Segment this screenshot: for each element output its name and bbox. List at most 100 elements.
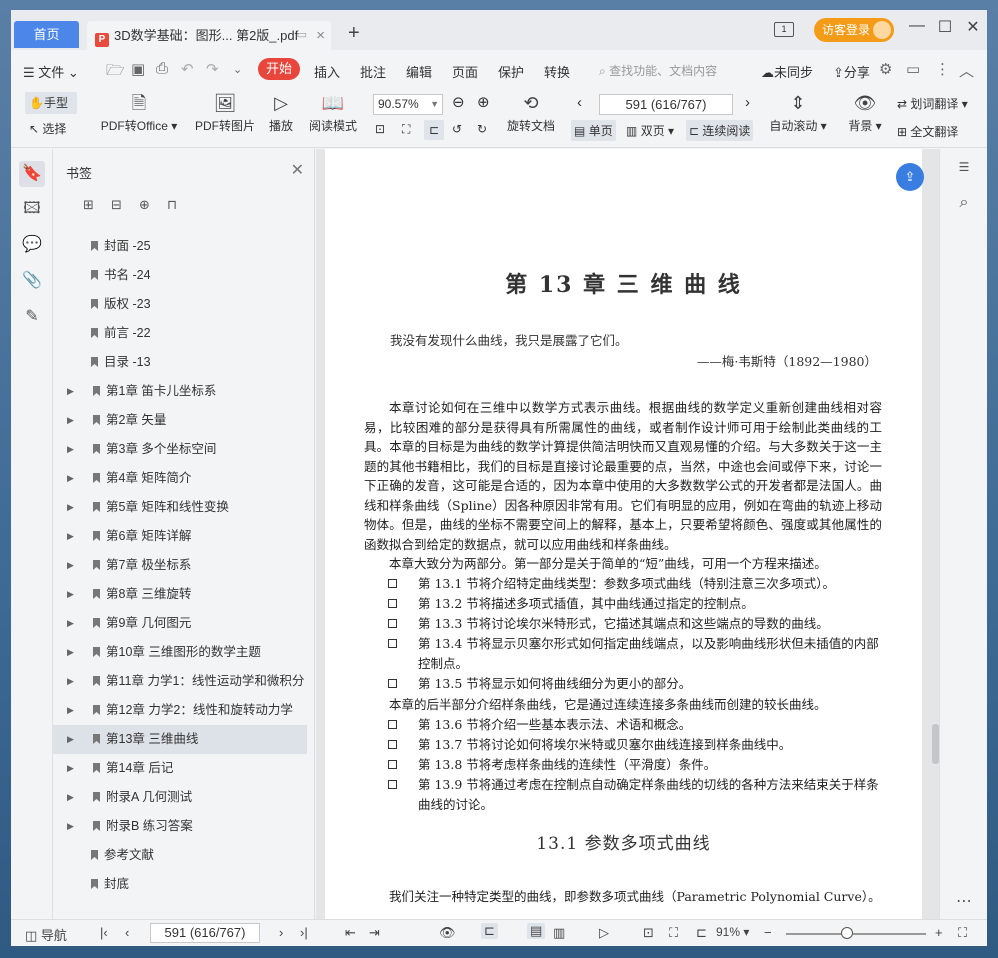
file-menu[interactable]: ☰ 文件 ⌄ bbox=[23, 62, 79, 81]
zoom-out-icon[interactable]: ⊖ bbox=[452, 93, 465, 111]
guest-login-button[interactable]: 访客登录 bbox=[814, 18, 894, 42]
double-page-status-icon[interactable]: ▥ bbox=[553, 925, 565, 941]
monitor-icon[interactable]: ▭ bbox=[297, 21, 307, 50]
expand-arrow-icon[interactable]: ▶ bbox=[67, 377, 74, 406]
rotate-left-icon[interactable]: ↺ bbox=[452, 122, 462, 136]
document-viewport[interactable]: 第 13 章 三 维 曲 线 我没有发现什么曲线，我只是展露了它们。 ——梅·韦… bbox=[316, 149, 987, 919]
fit-width-icon[interactable]: ⊏ bbox=[424, 120, 444, 140]
bookmark-item[interactable]: ▶ 第10章 三维图形的数学主题 bbox=[53, 638, 315, 667]
actual-size-status-icon[interactable]: ⊡ bbox=[643, 925, 654, 941]
bookmark-item[interactable]: ▶ 第4章 矩阵简介 bbox=[53, 464, 315, 493]
bookmark-icon[interactable]: ⊓ bbox=[167, 197, 177, 213]
fullscreen-icon[interactable]: ⛶ bbox=[958, 925, 967, 941]
floating-tool-button[interactable]: ⇪ bbox=[896, 163, 924, 191]
zoom-slider[interactable] bbox=[786, 933, 926, 935]
tab-annotate[interactable]: 批注 bbox=[360, 62, 386, 81]
expand-all-icon[interactable]: ⊞ bbox=[83, 197, 94, 213]
navigation-toggle[interactable]: ◫ 导航 bbox=[25, 925, 67, 944]
bookmark-item[interactable]: ▶ 附录B 练习答案 bbox=[53, 812, 315, 841]
previous-page-status-icon[interactable]: ‹ bbox=[125, 925, 129, 940]
expand-arrow-icon[interactable]: ▶ bbox=[67, 522, 74, 551]
bookmark-item[interactable]: 封面 -25 bbox=[53, 232, 315, 261]
expand-arrow-icon[interactable]: ▶ bbox=[67, 406, 74, 435]
expand-arrow-icon[interactable]: ▶ bbox=[67, 812, 74, 841]
zoom-slider-handle[interactable] bbox=[841, 927, 853, 939]
search-input[interactable]: ⌕ 查找功能、文档内容 bbox=[599, 62, 717, 79]
tab-document[interactable]: P 3D数学基础：图形... 第2版_.pdf ▭ × bbox=[87, 21, 331, 50]
bookmark-item[interactable]: ▶ 第7章 极坐标系 bbox=[53, 551, 315, 580]
read-mode-button[interactable]: 📖 阅读模式 bbox=[307, 92, 359, 134]
bookmark-item[interactable]: 前言 -22 bbox=[53, 319, 315, 348]
settings-gear-icon[interactable]: ⚙ bbox=[879, 60, 892, 78]
pdf-to-office-button[interactable]: 🗎 PDF转Office ▾ bbox=[99, 92, 179, 134]
bookmark-item[interactable]: ▶ 第5章 矩阵和线性变换 bbox=[53, 493, 315, 522]
bookmark-panel-icon[interactable]: 🔖 bbox=[19, 161, 45, 187]
bookmark-item[interactable]: ▶ 第9章 几何图元 bbox=[53, 609, 315, 638]
undo-icon[interactable]: ↶ bbox=[181, 60, 194, 78]
expand-arrow-icon[interactable]: ▶ bbox=[67, 580, 74, 609]
share-button[interactable]: ⇪分享 bbox=[833, 62, 870, 81]
maximize-button[interactable]: ☐ bbox=[931, 17, 959, 37]
bookmark-item[interactable]: ▶ 第8章 三维旋转 bbox=[53, 580, 315, 609]
back-icon[interactable]: ⇤ bbox=[345, 925, 356, 941]
scrollbar-thumb[interactable] bbox=[932, 724, 939, 764]
bookmark-item[interactable]: ▶ 第12章 力学2：线性和旋转动力学 bbox=[53, 696, 315, 725]
close-window-button[interactable]: ✕ bbox=[959, 17, 987, 37]
expand-arrow-icon[interactable]: ▶ bbox=[67, 696, 74, 725]
tab-convert[interactable]: 转换 bbox=[544, 62, 570, 81]
save-icon[interactable]: ▣ bbox=[131, 60, 145, 78]
add-bookmark-icon[interactable]: ⊕ bbox=[139, 197, 150, 213]
reading-layout-icon[interactable]: 1 bbox=[774, 22, 794, 37]
first-page-icon[interactable]: |‹ bbox=[100, 925, 108, 940]
bookmark-item[interactable]: ▶ 附录A 几何测试 bbox=[53, 783, 315, 812]
double-page-button[interactable]: ▥ 双页 ▾ bbox=[626, 122, 674, 139]
message-icon[interactable]: ▭ bbox=[906, 60, 920, 78]
continuous-read-button[interactable]: ⊏ 连续阅读 bbox=[686, 120, 754, 141]
expand-arrow-icon[interactable]: ▶ bbox=[67, 493, 74, 522]
fit-width-status-icon[interactable]: ⊏ bbox=[696, 925, 707, 941]
expand-arrow-icon[interactable]: ▶ bbox=[67, 754, 74, 783]
bookmark-item[interactable]: ▶ 第14章 后记 bbox=[53, 754, 315, 783]
expand-arrow-icon[interactable]: ▶ bbox=[67, 638, 74, 667]
word-translate-button[interactable]: ⇄ 划词翻译 ▾ bbox=[897, 95, 968, 112]
comment-icon[interactable]: 💬 bbox=[19, 232, 45, 258]
vertical-scrollbar[interactable] bbox=[931, 149, 939, 919]
previous-page-icon[interactable]: ‹ bbox=[577, 94, 582, 111]
background-button[interactable]: 👁 背景 ▾ bbox=[847, 92, 883, 134]
zoom-in-icon[interactable]: ⊕ bbox=[477, 93, 490, 111]
bookmark-item[interactable]: ▶ 第2章 矢量 bbox=[53, 406, 315, 435]
tab-page[interactable]: 页面 bbox=[452, 62, 478, 81]
bookmark-item[interactable]: 目录 -13 bbox=[53, 348, 315, 377]
zoom-in-status-icon[interactable]: + bbox=[935, 925, 943, 940]
forward-icon[interactable]: ⇥ bbox=[369, 925, 380, 941]
full-translate-button[interactable]: ⊞ 全文翻译 bbox=[897, 123, 958, 140]
signature-icon[interactable]: ✎ bbox=[19, 304, 45, 330]
quick-access-dropdown-icon[interactable]: ⌄ bbox=[233, 63, 242, 76]
hand-tool-button[interactable]: ✋手型 bbox=[25, 92, 77, 114]
tab-start[interactable]: 开始 bbox=[258, 58, 300, 80]
close-icon[interactable]: ✕ bbox=[291, 160, 304, 180]
tab-insert[interactable]: 插入 bbox=[314, 62, 340, 81]
menu-lines-icon[interactable]: ☰ bbox=[951, 154, 977, 180]
redo-icon[interactable]: ↷ bbox=[206, 60, 219, 78]
tab-edit[interactable]: 编辑 bbox=[406, 62, 432, 81]
next-page-status-icon[interactable]: › bbox=[279, 925, 283, 940]
tab-protect[interactable]: 保护 bbox=[498, 62, 524, 81]
more-vertical-icon[interactable]: ⋮ bbox=[935, 60, 950, 78]
bookmark-item[interactable]: ▶ 第11章 力学1：线性运动学和微积分 bbox=[53, 667, 315, 696]
bookmark-item[interactable]: 参考文献 bbox=[53, 841, 315, 870]
attachment-icon[interactable]: 📎 bbox=[19, 268, 45, 294]
rotate-document-button[interactable]: ⟲ 旋转文档 bbox=[505, 92, 557, 134]
print-icon[interactable]: ⎙ bbox=[156, 60, 168, 77]
eye-protection-icon[interactable]: 👁 bbox=[439, 925, 456, 941]
bookmark-item[interactable]: ▶ 第13章 三维曲线 bbox=[53, 725, 307, 754]
continuous-status-icon[interactable]: ⊏ bbox=[481, 923, 498, 939]
zoom-select[interactable]: 90.57% ▼ bbox=[373, 94, 443, 115]
search-document-icon[interactable]: ⌕ bbox=[951, 190, 977, 216]
expand-arrow-icon[interactable]: ▶ bbox=[67, 435, 74, 464]
zoom-status-select[interactable]: 91% ▾ bbox=[716, 925, 749, 939]
auto-scroll-button[interactable]: ⇕ 自动滚动 ▾ bbox=[768, 92, 828, 134]
status-page-input[interactable]: 591 (616/767) bbox=[150, 923, 260, 943]
bookmark-item[interactable]: ▶ 第1章 笛卡儿坐标系 bbox=[53, 377, 315, 406]
fit-page-icon[interactable]: ⛶ bbox=[402, 122, 410, 137]
